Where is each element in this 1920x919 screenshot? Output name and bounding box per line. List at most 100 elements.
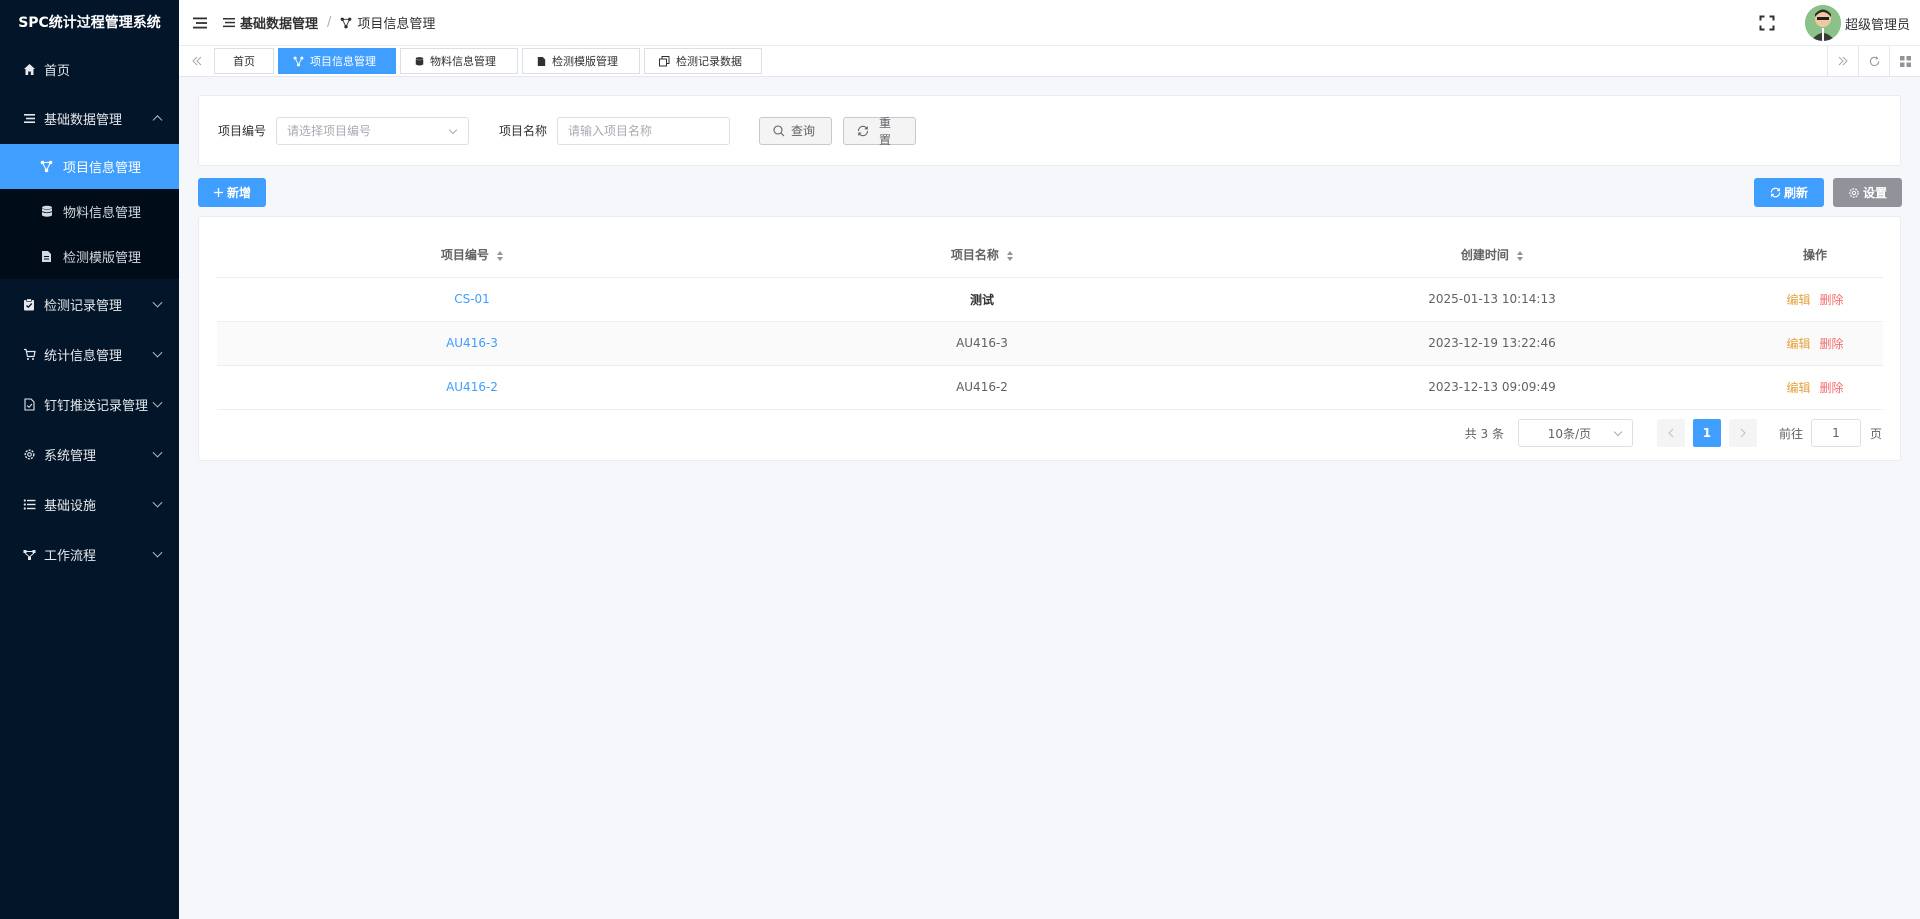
add-button[interactable]: 新增 (198, 178, 266, 207)
column-header-code[interactable]: 项目编号 (217, 233, 727, 278)
next-page-button[interactable] (1728, 419, 1757, 447)
project-code-select[interactable]: 请选择项目编号 (276, 116, 470, 145)
sidebar-item-label: 项目信息管理 (63, 161, 142, 176)
edit-button[interactable]: 编辑 (1786, 381, 1810, 395)
sort-icon[interactable] (1007, 250, 1014, 261)
sidebar-item-basic-data[interactable]: 基础数据管理 (0, 92, 179, 144)
sidebar-item-statistics[interactable]: 统计信息管理 (0, 329, 179, 379)
table-header-row: 项目编号 项目名称 创建时间 操作 (217, 233, 1883, 278)
tabs-scroll-left-icon[interactable] (179, 46, 214, 76)
cell-name: 测试 (727, 277, 1237, 322)
page-size-select[interactable]: 10条/页 (1517, 419, 1633, 447)
cell-actions: 编辑 删除 (1747, 321, 1883, 366)
chevron-down-icon (152, 397, 163, 408)
sidebar-item-template[interactable]: 检测模版管理 (0, 234, 179, 279)
plus-icon (213, 187, 224, 198)
sidebar-item-dingtalk[interactable]: 钉钉推送记录管理 (0, 379, 179, 429)
database-icon (415, 56, 424, 67)
sidebar-item-label: 首页 (44, 63, 71, 79)
sidebar-item-home[interactable]: 首页 (0, 46, 179, 92)
page-number-current[interactable]: 1 (1692, 419, 1721, 447)
tab-material-info[interactable]: 物料信息管理 (400, 48, 518, 74)
edit-button[interactable]: 编辑 (1786, 337, 1810, 351)
breadcrumb-item[interactable]: 基础数据管理 (223, 13, 318, 32)
refresh-tab-icon[interactable] (1858, 46, 1889, 76)
project-table: 项目编号 项目名称 创建时间 操作 CS-01 测试 2025-01-13 10… (217, 233, 1883, 410)
query-button[interactable]: 查询 (759, 116, 833, 145)
project-code-link[interactable]: CS-01 (454, 292, 490, 306)
gear-icon (22, 447, 36, 461)
sidebar-item-label: 工作流程 (44, 548, 97, 564)
flow-icon (22, 547, 36, 561)
reset-button[interactable]: 重置 (843, 115, 917, 147)
list-icon (22, 111, 36, 125)
avatar[interactable] (1804, 5, 1841, 41)
tab-template[interactable]: 检测模版管理 (522, 48, 640, 74)
sidebar-item-workflow[interactable]: 工作流程 (0, 529, 179, 579)
pagination: 共 3 条 10条/页 1 前往 页 (1465, 419, 1882, 447)
column-header-created[interactable]: 创建时间 (1237, 233, 1747, 278)
breadcrumb-label: 项目信息管理 (357, 17, 436, 32)
project-name-input[interactable] (557, 116, 731, 145)
delete-button[interactable]: 删除 (1820, 381, 1844, 395)
project-code-link[interactable]: AU416-3 (446, 336, 498, 350)
button-label: 新增 (226, 186, 251, 200)
username[interactable]: 超级管理员 (1845, 14, 1910, 33)
refresh-button[interactable]: 刷新 (1754, 178, 1824, 207)
edit-button[interactable]: 编辑 (1786, 293, 1810, 307)
sidebar-item-system[interactable]: 系统管理 (0, 429, 179, 479)
tab-home[interactable]: 首页 (214, 48, 274, 74)
tab-label: 物料信息管理 (430, 55, 496, 68)
prev-page-button[interactable] (1656, 419, 1685, 447)
breadcrumb-separator: / (327, 15, 332, 30)
header-right: 超级管理员 (1759, 0, 1920, 46)
main-content: 项目编号 请选择项目编号 项目名称 查询 重置 新增 刷新 (179, 77, 1920, 919)
tab-project-info[interactable]: 项目信息管理 (278, 48, 396, 74)
goto-page-input[interactable] (1810, 419, 1861, 447)
chevron-down-icon (152, 347, 163, 358)
sidebar-item-project-info[interactable]: 项目信息管理 (0, 144, 179, 189)
chevron-down-icon (1613, 427, 1623, 437)
pagination-total: 共 3 条 (1464, 426, 1504, 441)
sidebar-item-label: 钉钉推送记录管理 (44, 398, 149, 414)
button-label: 查询 (791, 124, 816, 138)
sidebar: SPC统计过程管理系统 首页 基础数据管理 项目信息管理 物料信息管理 检测模版… (0, 0, 179, 919)
table-row: AU416-3 AU416-3 2023-12-19 13:22:46 编辑 删除 (217, 321, 1883, 366)
cell-name: AU416-2 (727, 365, 1237, 410)
column-header-name[interactable]: 项目名称 (727, 233, 1237, 278)
button-label: 重置 (879, 115, 892, 147)
breadcrumb-label: 基础数据管理 (240, 17, 319, 32)
tab-label: 检测记录数据 (676, 55, 742, 68)
sidebar-item-inspection[interactable]: 检测记录管理 (0, 279, 179, 329)
sort-icon[interactable] (1517, 250, 1524, 261)
sidebar-item-label: 基础设施 (44, 498, 97, 514)
grid-icon[interactable] (1889, 46, 1920, 76)
settings-button[interactable]: 设置 (1833, 178, 1902, 207)
cell-created: 2023-12-19 13:22:46 (1237, 321, 1747, 366)
delete-button[interactable]: 删除 (1820, 293, 1844, 307)
sort-icon[interactable] (497, 250, 504, 261)
page-size-value: 10条/页 (1547, 426, 1592, 441)
menu-toggle-icon[interactable] (191, 14, 209, 32)
fullscreen-icon[interactable] (1759, 15, 1775, 31)
tabs-scroll-right-icon[interactable] (1827, 46, 1858, 76)
project-code-link[interactable]: AU416-2 (446, 380, 498, 394)
tab-inspection-records[interactable]: 检测记录数据 (644, 48, 762, 74)
tab-label: 检测模版管理 (552, 55, 618, 68)
document-icon (40, 250, 53, 263)
sidebar-item-label: 系统管理 (44, 448, 97, 464)
delete-button[interactable]: 删除 (1820, 337, 1844, 351)
button-label: 设置 (1862, 186, 1887, 200)
table-card: 项目编号 项目名称 创建时间 操作 CS-01 测试 2025-01-13 10… (198, 216, 1901, 461)
cell-code: CS-01 (217, 277, 727, 322)
column-label: 操作 (1802, 248, 1827, 263)
sidebar-item-material-info[interactable]: 物料信息管理 (0, 189, 179, 234)
select-placeholder: 请选择项目编号 (287, 124, 372, 138)
chevron-down-icon (152, 497, 163, 508)
chevron-down-icon (152, 447, 163, 458)
breadcrumb: 基础数据管理 / 项目信息管理 (223, 13, 435, 32)
sidebar-item-infrastructure[interactable]: 基础设施 (0, 479, 179, 529)
cell-code: AU416-3 (217, 321, 727, 366)
database-icon (40, 205, 53, 218)
chevron-down-icon (448, 125, 458, 134)
